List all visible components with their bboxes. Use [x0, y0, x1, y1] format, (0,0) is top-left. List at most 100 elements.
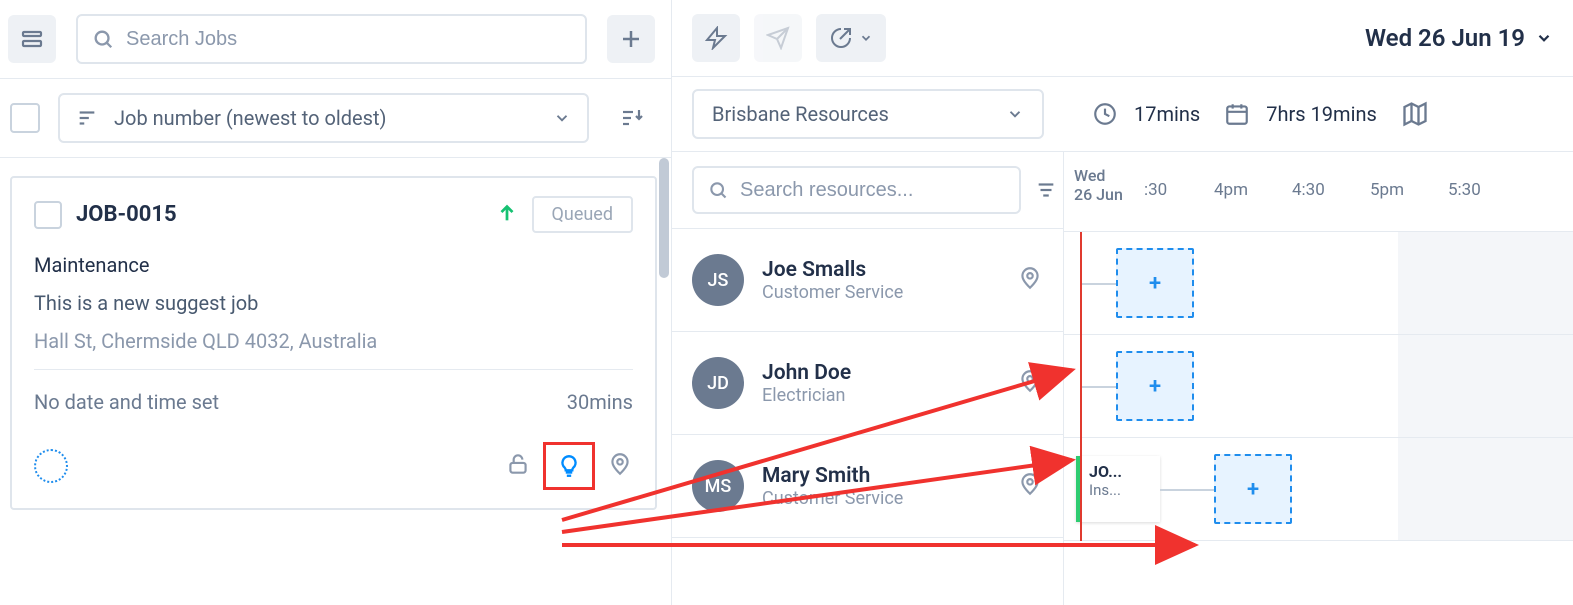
timeline-tick: 4pm	[1214, 180, 1248, 200]
resource-role: Customer Service	[762, 488, 999, 509]
resource-row[interactable]: JD John Doe Electrician	[672, 332, 1063, 435]
export-icon	[829, 26, 853, 50]
scrollbar-thumb[interactable]	[659, 158, 669, 278]
job-duration: 30mins	[567, 390, 633, 414]
timeline-row[interactable]: JO... Ins... +	[1064, 438, 1573, 541]
schedule-panel: Wed 26 Jun 19 Brisbane Resources 17mins …	[672, 0, 1573, 605]
suggested-slot[interactable]: +	[1116, 248, 1194, 318]
suggest-button[interactable]	[543, 442, 595, 490]
job-type: Maintenance	[34, 253, 633, 277]
avatar: JS	[692, 254, 744, 306]
suggested-slot[interactable]: +	[1116, 351, 1194, 421]
timeline-now-line	[1080, 232, 1082, 541]
lock-icon[interactable]	[505, 451, 531, 481]
resource-role: Customer Service	[762, 282, 999, 303]
sort-direction-icon	[619, 106, 643, 130]
jobs-filter-row: Job number (newest to oldest)	[0, 79, 671, 158]
slot-connector	[1082, 386, 1118, 388]
chevron-down-icon	[1006, 105, 1024, 123]
send-icon	[766, 26, 790, 50]
resource-name: John Doe	[762, 361, 999, 385]
sort-dropdown[interactable]: Job number (newest to oldest)	[58, 93, 589, 143]
timeline-rows: + + JO... Ins... +	[1064, 232, 1573, 541]
job-description: This is a new suggest job	[34, 291, 633, 315]
jobs-list: JOB-0015 Queued Maintenance This is a ne…	[0, 158, 671, 605]
resource-role: Electrician	[762, 385, 999, 406]
date-picker[interactable]: Wed 26 Jun 19	[1365, 24, 1553, 52]
location-pin-icon[interactable]	[1017, 471, 1043, 501]
timeline: Wed 26 Jun :30 4pm 4:30 5pm 5:30	[1064, 152, 1573, 605]
job-checkbox[interactable]	[34, 201, 62, 229]
timeline-row[interactable]: +	[1064, 335, 1573, 438]
timeline-header: Wed 26 Jun :30 4pm 4:30 5pm 5:30	[1064, 152, 1573, 232]
filter-icon	[1035, 179, 1057, 201]
resources-search-input[interactable]	[740, 179, 1005, 202]
date-label: Wed 26 Jun 19	[1365, 24, 1525, 52]
schedule-duration-stat: 7hrs 19mins	[1224, 101, 1377, 127]
resources-column: JS Joe Smalls Customer Service JD John D…	[672, 152, 1064, 605]
resource-name: Joe Smalls	[762, 258, 999, 282]
timeline-tick: 5:30	[1448, 180, 1481, 200]
resource-group-label: Brisbane Resources	[712, 102, 889, 126]
timeline-tick: :30	[1144, 180, 1167, 200]
job-address: Hall St, Chermside QLD 4032, Australia	[34, 329, 633, 353]
select-all-checkbox[interactable]	[10, 103, 40, 133]
sort-icon	[76, 107, 98, 129]
plus-icon	[619, 27, 643, 51]
optimize-button[interactable]	[692, 14, 740, 62]
timeline-tick: 5pm	[1370, 180, 1404, 200]
schedule-stats-row: Brisbane Resources 17mins 7hrs 19mins	[672, 77, 1573, 152]
avatar: JD	[692, 357, 744, 409]
export-button[interactable]	[816, 14, 886, 62]
schedule-duration-value: 7hrs 19mins	[1266, 102, 1377, 126]
resource-row[interactable]: MS Mary Smith Customer Service	[672, 435, 1063, 538]
lightbulb-icon	[556, 453, 582, 479]
calendar-icon	[1224, 101, 1250, 127]
slot-connector	[1160, 489, 1216, 491]
schedule-top-row: Wed 26 Jun 19	[672, 0, 1573, 77]
add-job-button[interactable]	[607, 15, 655, 63]
location-pin-icon[interactable]	[607, 451, 633, 481]
timeline-row[interactable]: +	[1064, 232, 1573, 335]
timeline-date: Wed 26 Jun	[1074, 166, 1123, 204]
jobs-search[interactable]	[76, 14, 587, 64]
job-time-label: No date and time set	[34, 390, 219, 414]
dispatch-button[interactable]	[754, 14, 802, 62]
chevron-down-icon	[859, 31, 873, 45]
scheduled-task-chip[interactable]: JO... Ins...	[1076, 456, 1160, 522]
resource-group-dropdown[interactable]: Brisbane Resources	[692, 89, 1044, 139]
job-card[interactable]: JOB-0015 Queued Maintenance This is a ne…	[10, 176, 657, 510]
resource-name: Mary Smith	[762, 464, 999, 488]
resource-row[interactable]: JS Joe Smalls Customer Service	[672, 229, 1063, 332]
job-id: JOB-0015	[76, 202, 482, 227]
location-pin-icon[interactable]	[1017, 368, 1043, 398]
timeline-tick: 4:30	[1292, 180, 1325, 200]
avatar: MS	[692, 460, 744, 512]
map-stat	[1401, 100, 1429, 128]
sort-label: Job number (newest to oldest)	[114, 106, 386, 130]
clock-icon	[1092, 101, 1118, 127]
suggested-slot[interactable]: +	[1214, 454, 1292, 524]
chevron-down-icon	[1535, 29, 1553, 47]
search-icon	[708, 180, 728, 200]
task-chip-subtitle: Ins...	[1089, 481, 1152, 499]
sort-direction-button[interactable]	[607, 94, 655, 142]
bolt-icon	[704, 26, 728, 50]
jobs-top-row	[0, 0, 671, 79]
location-pin-icon[interactable]	[1017, 265, 1043, 295]
job-status-badge: Queued	[532, 196, 633, 233]
map-icon	[1401, 100, 1429, 128]
travel-time-stat: 17mins	[1092, 101, 1200, 127]
priority-up-icon	[496, 202, 518, 228]
task-chip-title: JO...	[1089, 462, 1152, 481]
resources-filter-button[interactable]	[1035, 166, 1057, 214]
chevron-down-icon	[553, 109, 571, 127]
resources-search[interactable]	[692, 166, 1021, 214]
search-icon	[92, 28, 114, 50]
jobs-panel: Job number (newest to oldest) JOB-0015 Q…	[0, 0, 672, 605]
panel-layout-icon[interactable]	[8, 15, 56, 63]
slot-connector	[1082, 283, 1118, 285]
assignee-placeholder[interactable]	[34, 449, 68, 483]
travel-time-value: 17mins	[1134, 102, 1200, 126]
jobs-search-input[interactable]	[126, 28, 571, 51]
